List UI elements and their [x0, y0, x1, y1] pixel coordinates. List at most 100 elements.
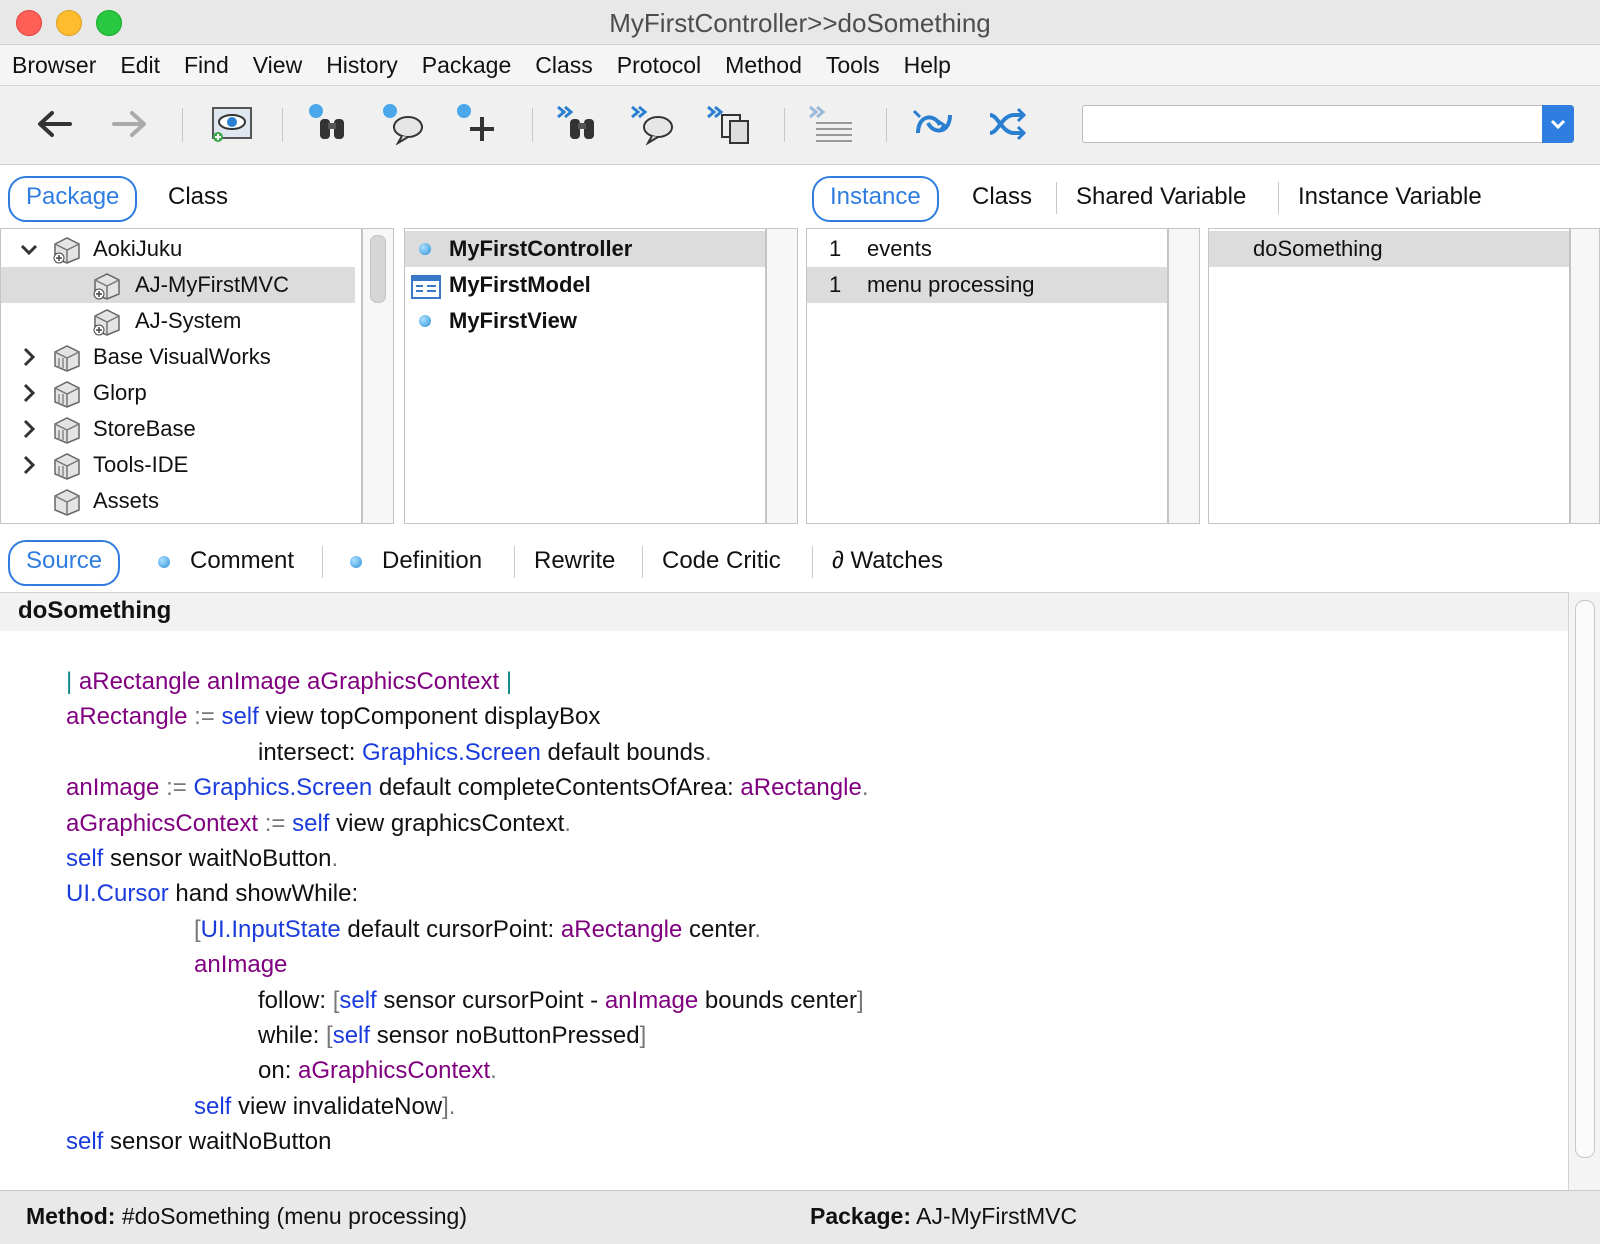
visualize-icon[interactable] [208, 102, 256, 146]
package-row-storebase[interactable]: StoreBase [1, 411, 361, 447]
code-token: := [258, 809, 293, 837]
code-token: center [682, 915, 755, 943]
code-token: aRectangle anImage aGraphicsContext [78, 668, 500, 695]
chevron-right-icon[interactable] [19, 411, 39, 450]
scrollbar-thumb[interactable] [1575, 600, 1595, 1158]
tab-watches[interactable]: ∂ Watches [832, 540, 943, 582]
find-binoculars-icon[interactable] [306, 102, 354, 146]
search-input[interactable] [1087, 109, 1531, 139]
menu-view[interactable]: View [241, 45, 314, 85]
package-row-aokijuku[interactable]: AokiJuku [1, 231, 361, 267]
tab-definition[interactable]: Definition [382, 540, 482, 582]
method-scrollbar[interactable] [1570, 228, 1600, 524]
source-scrollbar[interactable] [1568, 592, 1600, 1190]
text-lines-icon[interactable] [808, 102, 856, 146]
tab-comment[interactable]: Comment [190, 540, 294, 582]
code-line: intersect: Graphics.Screen default bound… [258, 736, 712, 770]
tab-instance-variable[interactable]: Instance Variable [1298, 176, 1482, 218]
class-row-myfirstcontroller[interactable]: MyFirstController [405, 231, 765, 267]
tab-shared-variable[interactable]: Shared Variable [1076, 176, 1246, 218]
package-row-assets[interactable]: Assets [1, 483, 361, 519]
chevron-down-icon[interactable] [19, 231, 39, 268]
tab-package[interactable]: Package [8, 176, 138, 222]
speech-bubble-all-icon[interactable] [630, 102, 678, 146]
code-token: sensor cursorPoint - [376, 986, 605, 1014]
code-token: ] [857, 986, 864, 1014]
chevron-right-icon[interactable] [19, 339, 39, 378]
tab-source[interactable]: Source [8, 540, 121, 586]
tab-instance[interactable]: Instance [812, 176, 939, 222]
protocol-row-menu-processing[interactable]: 1 menu processing [807, 267, 1167, 303]
code-token: aGraphicsContext [66, 809, 259, 837]
package-label: StoreBase [93, 416, 196, 441]
menu-help[interactable]: Help [892, 45, 963, 85]
browser-window: MyFirstController>>doSomething Browser E… [0, 0, 1600, 1244]
class-row-myfirstmodel[interactable]: MyFirstModel [405, 267, 765, 303]
code-token: self [339, 986, 377, 1014]
method-list-pane[interactable]: doSomething [1208, 228, 1570, 524]
protocol-list-pane[interactable]: 1 events 1 menu processing [806, 228, 1168, 524]
package-scrollbar[interactable] [362, 228, 394, 524]
menu-history[interactable]: History [314, 45, 410, 85]
tab-class[interactable]: Class [168, 176, 228, 218]
menu-browser[interactable]: Browser [0, 45, 108, 85]
code-token: . [331, 845, 339, 872]
code-token: [ [194, 915, 201, 943]
code-token: self [332, 1022, 371, 1049]
code-token: UI.InputState [200, 915, 341, 943]
menu-protocol[interactable]: Protocol [605, 45, 713, 85]
menu-class[interactable]: Class [523, 45, 605, 85]
code-token: anImage [604, 986, 699, 1014]
code-line: on: aGraphicsContext. [258, 1054, 497, 1088]
status-method-label: Method: [26, 1203, 116, 1229]
code-token: default cursorPoint: [340, 915, 561, 943]
code-token: := [187, 703, 222, 731]
code-token: aRectangle [66, 703, 188, 731]
package-row-tools-ide[interactable]: Tools-IDE [1, 447, 361, 483]
chevron-right-icon[interactable] [19, 375, 39, 414]
search-combo[interactable] [1082, 105, 1574, 143]
method-row-dosomething[interactable]: doSomething [1209, 231, 1569, 267]
menu-tools[interactable]: Tools [814, 45, 892, 85]
code-line: UI.Cursor hand showWhile: [66, 877, 358, 911]
tab-rewrite[interactable]: Rewrite [534, 540, 615, 582]
status-package-label: Package: [810, 1203, 912, 1229]
tab-code-critic[interactable]: Code Critic [662, 540, 781, 582]
menu-edit[interactable]: Edit [108, 45, 172, 85]
chevron-right-icon[interactable] [19, 447, 39, 486]
shuffle-icon[interactable] [984, 102, 1032, 146]
scrollbar-thumb[interactable] [370, 235, 386, 303]
package-label: AJ-System [135, 308, 242, 333]
code-line: while: [self sensor noButtonPressed] [258, 1019, 646, 1053]
forward-arrow-icon[interactable] [106, 102, 154, 146]
tab-class-side[interactable]: Class [972, 176, 1032, 218]
code-token: aRectangle [560, 915, 683, 943]
code-token: view invalidateNow [231, 1092, 443, 1120]
source-editor[interactable]: doSomething | aRectangle anImage aGraphi… [0, 592, 1568, 1191]
method-name: doSomething [18, 597, 172, 624]
menu-method[interactable]: Method [713, 45, 814, 85]
menu-package[interactable]: Package [410, 45, 524, 85]
menu-find[interactable]: Find [172, 45, 241, 85]
find-binoculars-all-icon[interactable] [556, 102, 604, 146]
search-dropdown-button[interactable] [1542, 105, 1574, 143]
class-list-pane[interactable]: MyFirstController MyFirstModel MyFirstVi… [404, 228, 766, 524]
code-token: anImage [66, 774, 160, 802]
speech-bubble-icon[interactable] [380, 102, 428, 146]
package-row-glorp[interactable]: Glorp [1, 375, 361, 411]
class-scrollbar[interactable] [766, 228, 798, 524]
code-line: follow: [self sensor cursorPoint - anIma… [258, 984, 864, 1018]
package-row-aj-myfirstmvc[interactable]: AJ-MyFirstMVC [1, 267, 355, 303]
protocol-scrollbar[interactable] [1168, 228, 1200, 524]
back-arrow-icon[interactable] [30, 102, 78, 146]
package-label: Assets [93, 488, 160, 513]
package-tree-pane[interactable]: AokiJuku AJ-MyFirstMVC AJ-System Base Vi… [0, 228, 362, 524]
package-row-base-visualworks[interactable]: Base VisualWorks [1, 339, 361, 375]
add-plus-icon[interactable] [454, 102, 502, 146]
refresh-icon[interactable] [910, 102, 958, 146]
package-row-aj-system[interactable]: AJ-System [1, 303, 361, 339]
copy-documents-icon[interactable] [706, 102, 754, 146]
class-row-myfirstview[interactable]: MyFirstView [405, 303, 765, 339]
method-label: doSomething [1253, 236, 1383, 261]
protocol-row-events[interactable]: 1 events [807, 231, 1167, 267]
